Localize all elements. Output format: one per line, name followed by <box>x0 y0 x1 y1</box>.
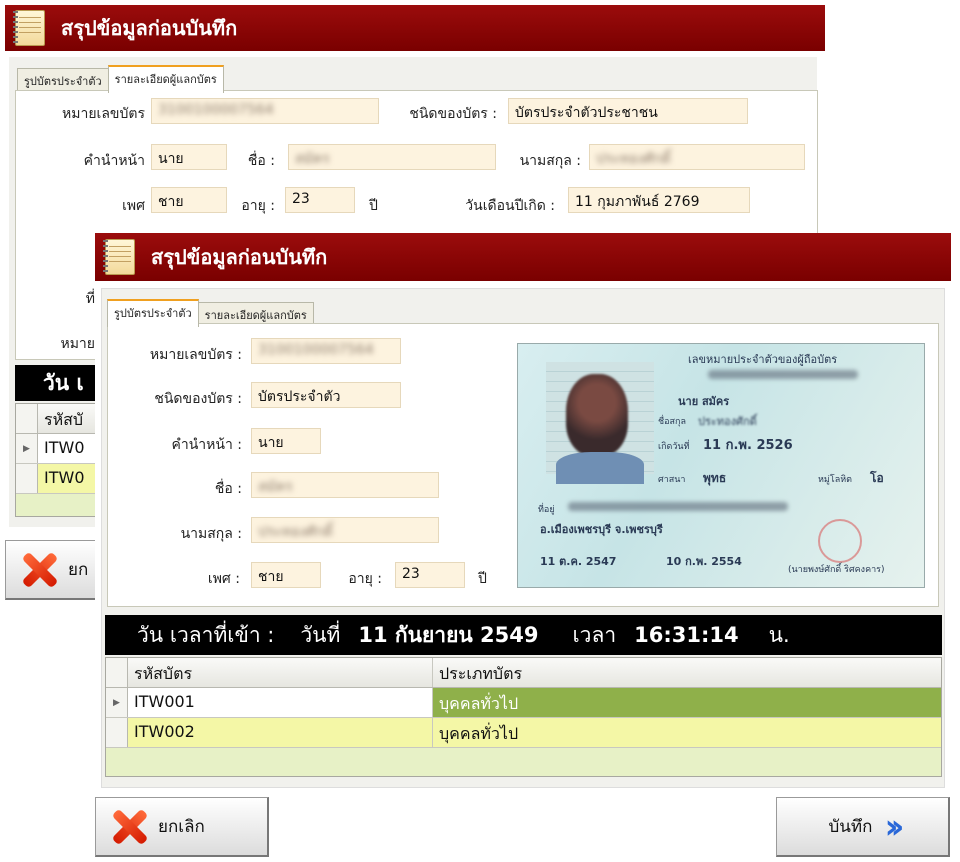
grid-col-card-code[interactable]: รหัสบัตร <box>128 658 433 687</box>
back-age-unit: ปี <box>369 198 378 214</box>
card-seal-icon <box>818 519 862 563</box>
time-value: 16:31:14 <box>634 623 739 647</box>
card-surname-label: ชื่อสกุล <box>658 417 686 427</box>
row-selector <box>106 718 128 747</box>
front-card-number-label: หมายเลขบัตร : <box>149 347 242 363</box>
back-titlebar: สรุปข้อมูลก่อนบันทึก <box>5 5 825 51</box>
back-first-name-field: สมัคร <box>288 144 496 170</box>
card-grid: รหัสบัตร ประเภทบัตร ▶ ITW001 บุคคลทั่วไป… <box>105 657 942 777</box>
front-first-name-field: สมัคร <box>251 472 439 498</box>
datetime-label: วัน เวลาที่เข้า : <box>137 622 275 647</box>
card-religion-label: ศาสนา <box>658 475 686 485</box>
card-blood-label: หมู่โลหิต <box>818 475 852 485</box>
date-value: 11 กันยายน 2549 <box>358 622 539 647</box>
card-expiry-date: 10 ก.พ. 2554 <box>666 555 742 568</box>
cancel-button[interactable]: ยกเลิก <box>95 797 269 857</box>
card-grid-header: รหัสบัตร ประเภทบัตร <box>106 658 941 688</box>
back-cancel-label: ยก <box>68 560 89 580</box>
card-district: อ.เมืองเพชรบุรี จ.เพชรบุรี <box>540 523 663 536</box>
card-portrait-face <box>566 374 628 456</box>
front-prefix-label: คำนำหน้า : <box>171 437 243 453</box>
back-window-title: สรุปข้อมูลก่อนบันทึก <box>61 16 238 40</box>
card-name: นาย สมัคร <box>678 395 730 408</box>
notepad-icon <box>103 239 135 275</box>
back-last-name-label: นามสกุล : <box>519 153 581 169</box>
back-tab-details[interactable]: รายละเอียดผู้แลกบัตร <box>107 65 224 93</box>
front-first-name-label: ชื่อ : <box>214 481 242 497</box>
row-selector-icon: ▶ <box>106 688 128 717</box>
grid-cell-card-type[interactable]: บุคคลทั่วไป <box>433 718 941 747</box>
time-unit: น. <box>768 622 790 647</box>
double-chevron-right-icon: ›› <box>884 806 904 847</box>
card-surname: ประทองศักดิ์ <box>698 415 757 428</box>
front-titlebar: สรุปข้อมูลก่อนบันทึก <box>95 233 951 281</box>
back-prefix-field: นาย <box>151 144 227 170</box>
back-grid-corner <box>16 404 38 433</box>
front-window-title: สรุปข้อมูลก่อนบันทึก <box>151 245 328 269</box>
table-row[interactable]: ▶ ITW001 บุคคลทั่วไป <box>106 688 941 718</box>
card-birth: 11 ก.พ. 2526 <box>703 438 793 453</box>
card-address-label: ที่อยู่ <box>538 505 555 515</box>
card-religion: พุทธ <box>703 471 727 485</box>
back-card-type-label: ชนิดของบัตร : <box>409 106 497 122</box>
front-card-type-field: บัตรประจำตัว <box>251 382 401 408</box>
front-card-number-field: 3100100007564 <box>251 338 401 364</box>
card-issue-date: 11 ต.ค. 2547 <box>540 555 617 568</box>
save-label: บันทึก <box>828 817 873 837</box>
back-card-number-label: หมายเลขบัตร <box>62 106 145 122</box>
front-age-unit: ปี <box>478 571 487 587</box>
back-age-field: 23 <box>285 187 355 213</box>
front-tab-card-image[interactable]: รูปบัตรประจำตัว <box>107 299 199 327</box>
grid-col-card-type[interactable]: ประเภทบัตร <box>433 658 941 687</box>
cancel-x-icon <box>20 551 58 589</box>
card-id-number-blur <box>708 370 858 379</box>
card-birth-label: เกิดวันที่ <box>658 442 690 452</box>
table-row[interactable]: ITW002 บุคคลทั่วไป <box>106 718 941 748</box>
id-card-photo: เลขหมายประจำตัวของผู้ถือบัตร นาย สมัคร ช… <box>517 343 925 588</box>
date-label: วันที่ <box>300 622 341 647</box>
front-age-field: 23 <box>395 562 465 588</box>
back-tabstrip: รูปบัตรประจำตัว รายละเอียดผู้แลกบัตร <box>17 65 224 93</box>
front-sex-label: เพศ : <box>207 571 240 587</box>
back-datebar-label: วัน เ <box>43 370 84 395</box>
card-blood: โอ <box>870 471 884 485</box>
front-age-label: อายุ : <box>348 571 382 587</box>
front-prefix-field: นาย <box>251 428 321 454</box>
notepad-icon <box>13 10 45 46</box>
card-portrait-shirt <box>556 452 644 484</box>
back-sex-label: เพศ <box>122 198 145 214</box>
back-card-number-field: 3100100007564 <box>151 98 379 124</box>
back-partial-label-1: ที่ <box>85 291 95 307</box>
front-card-type-label: ชนิดของบัตร : <box>154 391 242 407</box>
front-last-name-field: ประทองศักดิ์ <box>251 517 439 543</box>
save-button[interactable]: บันทึก ›› <box>776 797 950 857</box>
card-address-blur <box>568 502 788 511</box>
back-card-type-field: บัตรประจำตัวประชาชน <box>508 98 748 124</box>
back-last-name-field: ประทองศักดิ์ <box>589 144 805 170</box>
grid-corner <box>106 658 128 687</box>
grid-cell-card-type[interactable]: บุคคลทั่วไป <box>433 688 941 717</box>
back-prefix-label: คำนำหน้า <box>83 153 145 169</box>
card-issuer: (นายพงษ์ศักดิ์ ริศคงคาร) <box>788 565 885 575</box>
row-selector <box>16 464 38 493</box>
back-birth-label: วันเดือนปีเกิด : <box>465 198 555 214</box>
back-age-label: อายุ : <box>241 198 275 214</box>
grid-cell-card-code[interactable]: ITW001 <box>128 688 433 717</box>
back-partial-label-2: หมาย <box>60 336 95 352</box>
row-selector-icon: ▶ <box>16 434 38 463</box>
back-birth-field: 11 กุมภาพันธ์ 2769 <box>568 187 750 213</box>
back-sex-field: ชาย <box>151 187 227 213</box>
front-last-name-label: นามสกุล : <box>180 526 242 542</box>
back-first-name-label: ชื่อ : <box>247 153 275 169</box>
cancel-x-icon <box>110 808 148 846</box>
time-label: เวลา <box>572 622 617 647</box>
card-header: เลขหมายประจำตัวของผู้ถือบัตร <box>688 353 838 366</box>
grid-cell-card-code[interactable]: ITW002 <box>128 718 433 747</box>
cancel-label: ยกเลิก <box>158 817 205 837</box>
entry-datetime-bar: วัน เวลาที่เข้า : วันที่ 11 กันยายน 2549… <box>105 615 942 655</box>
front-sex-field: ชาย <box>251 562 321 588</box>
